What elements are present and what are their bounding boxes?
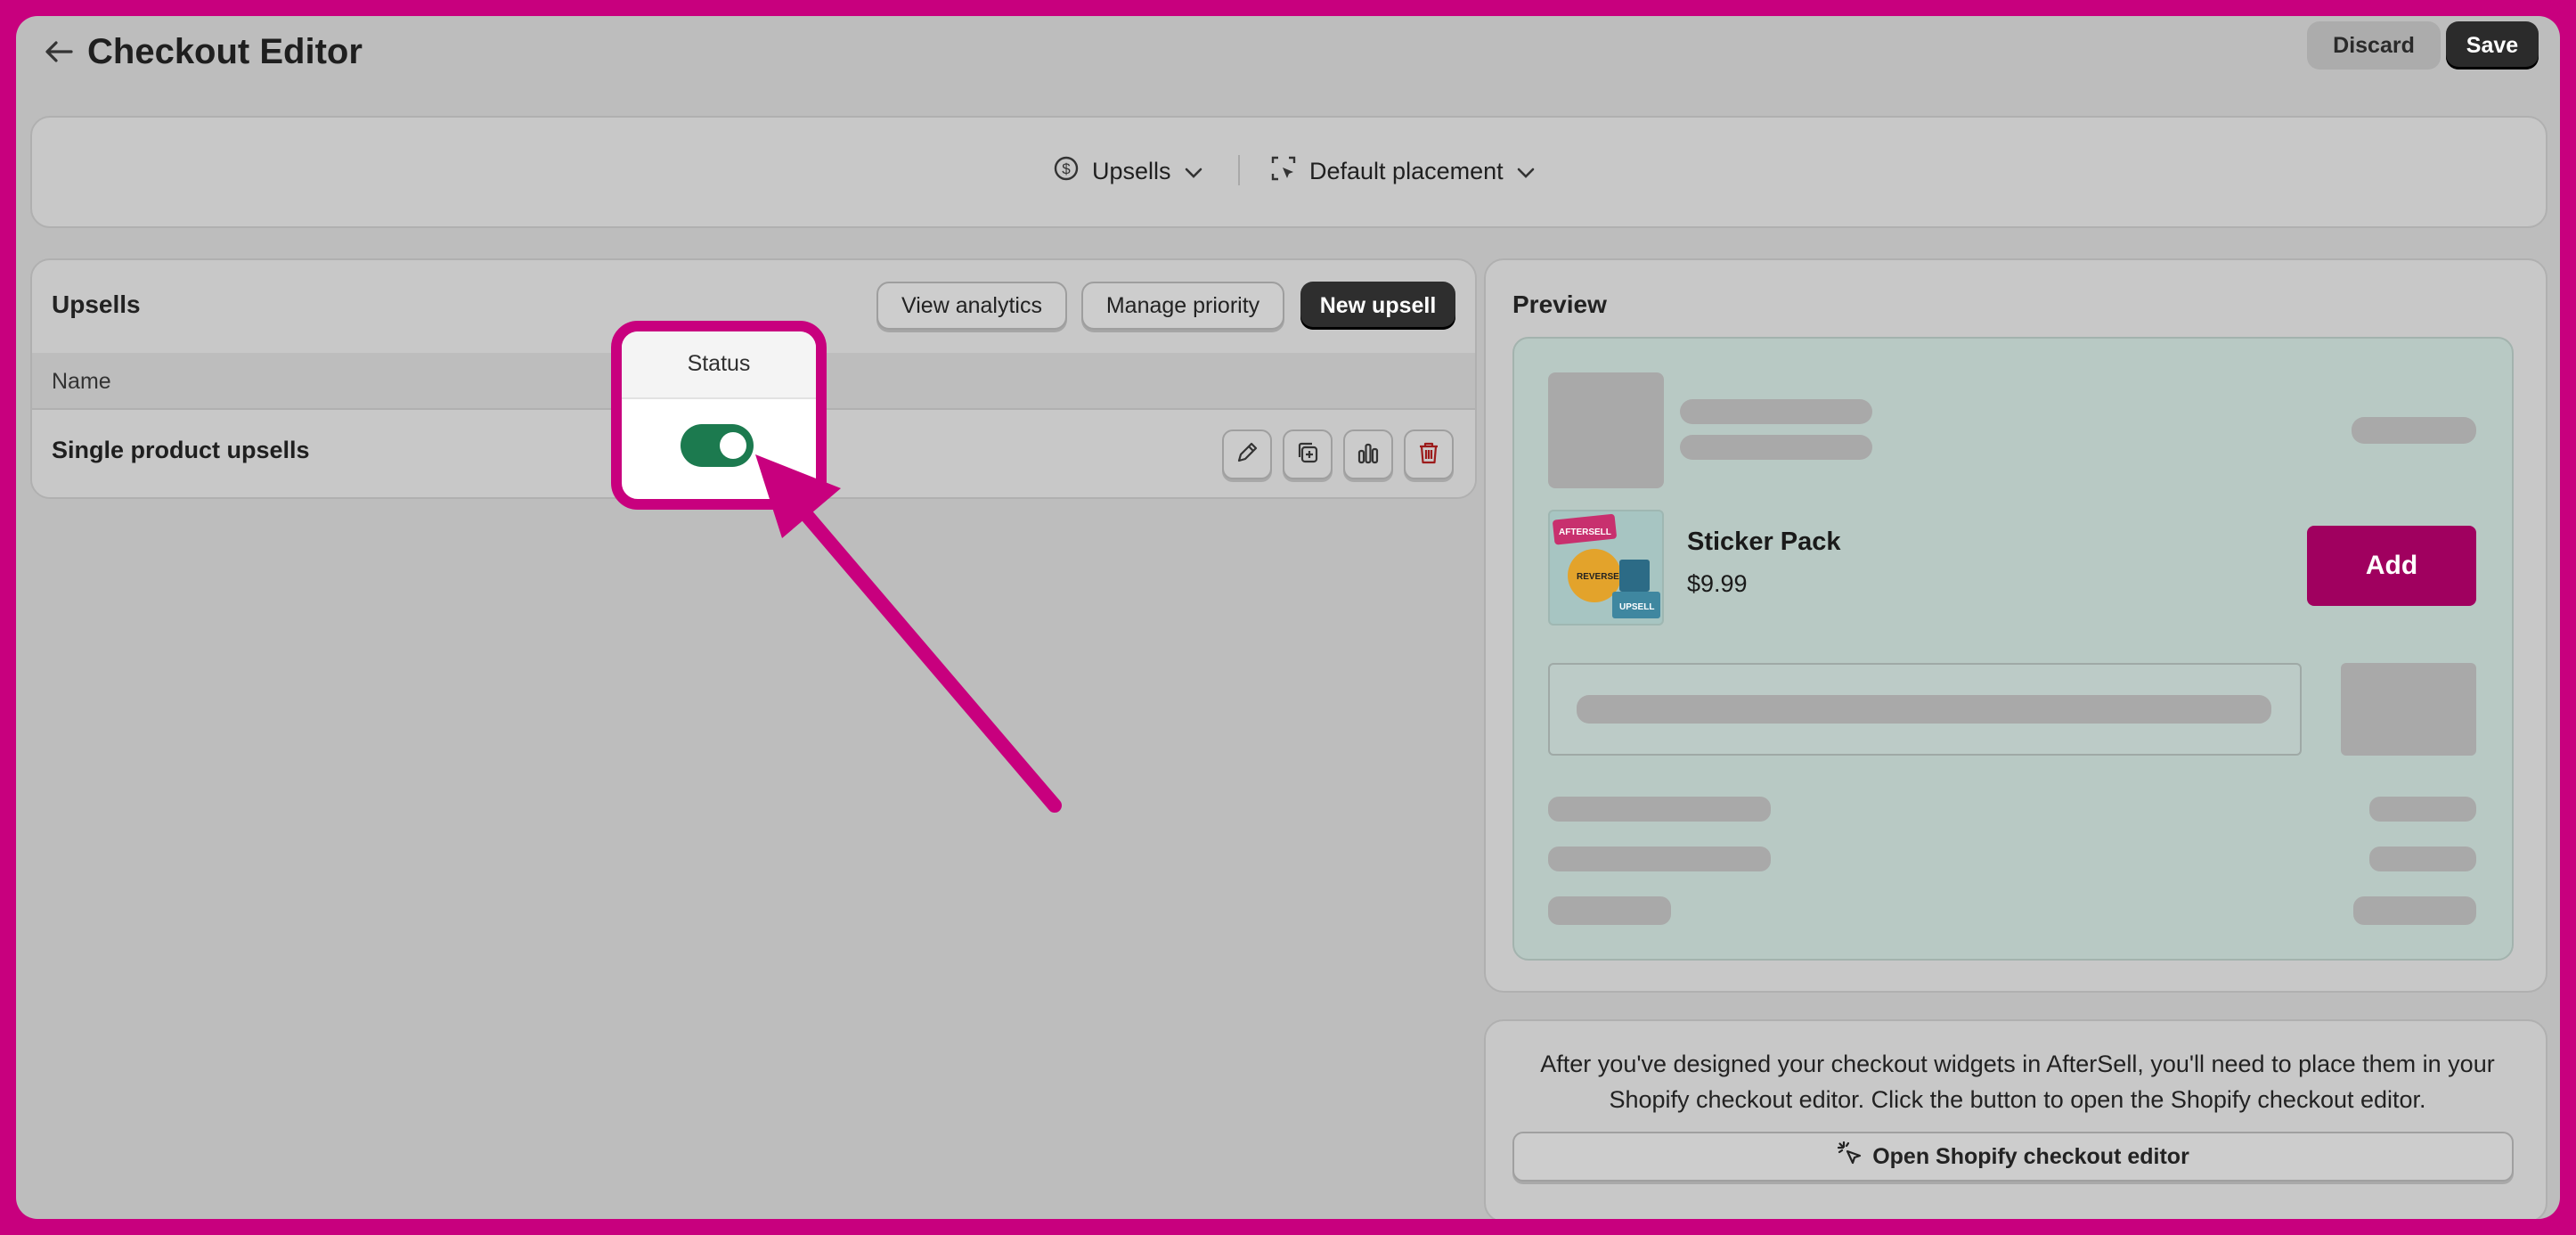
bar-chart-icon: [1356, 440, 1381, 470]
trash-icon: [1416, 440, 1441, 470]
status-toggle[interactable]: [681, 424, 754, 467]
dollar-circle-icon: $: [1053, 155, 1080, 188]
offer-type-label: Upsells: [1092, 157, 1171, 184]
discount-input[interactable]: [1548, 663, 2302, 756]
product-price: $9.99: [1687, 570, 1748, 597]
selector-divider: [1238, 155, 1240, 185]
skeleton-image: [1548, 372, 1664, 488]
chevron-down-icon: [1516, 158, 1536, 185]
edit-button[interactable]: [1222, 429, 1272, 479]
placement-selector[interactable]: Default placement: [1270, 153, 1536, 189]
analytics-button[interactable]: [1343, 429, 1393, 479]
upsells-title: Upsells: [52, 290, 141, 318]
back-arrow-icon[interactable]: [39, 32, 78, 71]
checkout-preview: AFTERSELL REVERSE UPSELL Sticker Pack $9…: [1512, 337, 2514, 961]
offer-type-selector[interactable]: $ Upsells: [1053, 153, 1203, 189]
thumbnail-text: AFTERSELL: [1559, 528, 1611, 537]
skeleton-line: [1548, 797, 1771, 822]
preview-title: Preview: [1512, 290, 1607, 318]
product-thumbnail: AFTERSELL REVERSE UPSELL: [1548, 510, 1664, 626]
toggle-knob: [720, 432, 746, 459]
skeleton-line: [1680, 399, 1872, 424]
thumbnail-text: REVERSE: [1577, 572, 1619, 582]
thumbnail-text: UPSELL: [1619, 602, 1654, 612]
upsell-name: Single product upsells: [52, 437, 310, 463]
product-name: Sticker Pack: [1687, 528, 1841, 556]
selector-bar: $ Upsells Default placement: [30, 116, 2547, 228]
info-card: After you've designed your checkout widg…: [1484, 1019, 2547, 1219]
view-analytics-button[interactable]: View analytics: [876, 282, 1067, 330]
placement-target-icon: [1270, 155, 1297, 188]
skeleton-line: [1577, 695, 2271, 724]
annotation-highlight: Status: [611, 321, 827, 510]
open-shopify-editor-button[interactable]: Open Shopify checkout editor: [1512, 1132, 2514, 1182]
duplicate-button[interactable]: [1283, 429, 1333, 479]
add-button[interactable]: Add: [2307, 526, 2476, 606]
skeleton-line: [1680, 435, 1872, 460]
skeleton-line: [2353, 896, 2476, 925]
delete-button[interactable]: [1404, 429, 1454, 479]
preview-card: Preview AFTERSELL REVERSE UPSELL Sticker…: [1484, 258, 2547, 993]
new-upsell-button[interactable]: New upsell: [1300, 282, 1455, 330]
column-header-name: Name: [52, 369, 111, 394]
skeleton-line: [2369, 797, 2476, 822]
open-shopify-editor-label: Open Shopify checkout editor: [1872, 1143, 2189, 1169]
cursor-click-icon: [1837, 1141, 1863, 1174]
chevron-down-icon: [1184, 158, 1203, 185]
placement-label: Default placement: [1309, 157, 1504, 184]
skeleton-line: [1548, 847, 1771, 871]
manage-priority-button[interactable]: Manage priority: [1081, 282, 1284, 330]
save-button[interactable]: Save: [2446, 21, 2539, 70]
skeleton-line: [1548, 896, 1671, 925]
skeleton-line: [2352, 417, 2476, 444]
page-title: Checkout Editor: [87, 32, 363, 71]
app-frame: Checkout Editor Discard Save $ Upsells D…: [16, 16, 2560, 1219]
discard-button[interactable]: Discard: [2307, 21, 2441, 70]
duplicate-icon: [1295, 440, 1320, 470]
pencil-icon: [1235, 440, 1259, 470]
skeleton-button: [2341, 663, 2476, 756]
status-header-highlighted: Status: [687, 351, 751, 376]
svg-text:$: $: [1062, 160, 1071, 177]
skeleton-line: [2369, 847, 2476, 871]
info-text: After you've designed your checkout widg…: [1540, 1051, 2495, 1113]
